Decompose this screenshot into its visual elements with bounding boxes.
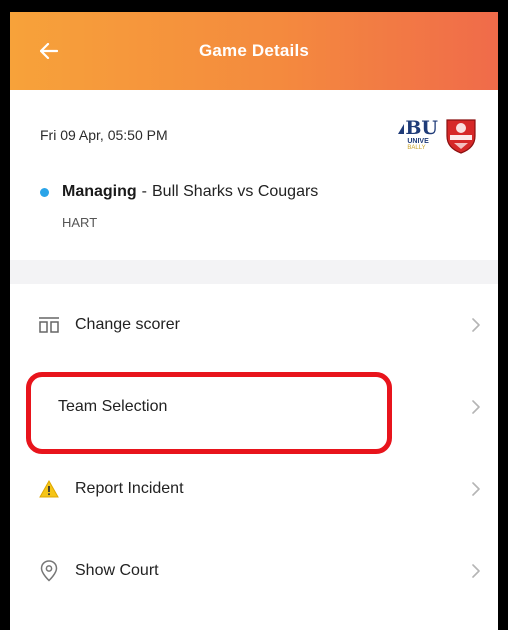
chevron-right-icon xyxy=(472,400,480,414)
match-role: Managing xyxy=(62,183,137,200)
back-button[interactable] xyxy=(32,34,66,68)
menu-item-label: Team Selection xyxy=(58,398,168,415)
arrow-left-icon xyxy=(40,43,58,59)
warning-icon xyxy=(38,478,60,500)
action-menu: Change scorer Team Selection Report Inci… xyxy=(10,284,498,612)
menu-item-label: Show Court xyxy=(75,562,159,579)
shark-fin-icon xyxy=(398,123,405,134)
section-divider xyxy=(10,260,498,284)
menu-item-label: Report Incident xyxy=(75,480,184,497)
scoreboard-icon xyxy=(38,314,60,336)
game-summary-card[interactable]: Fri 09 Apr, 05:50 PM BU UNIVE BALLY Mana… xyxy=(10,90,498,260)
match-teams: Bull Sharks vs Cougars xyxy=(152,183,319,200)
menu-item-show-court[interactable]: Show Court xyxy=(10,530,498,612)
away-team-logo xyxy=(446,119,476,154)
home-team-logo: BU UNIVE BALLY xyxy=(398,119,438,151)
location-pin-icon xyxy=(38,560,60,582)
venue-name: HART xyxy=(62,215,98,230)
menu-item-change-scorer[interactable]: Change scorer xyxy=(10,284,498,366)
app-header: Game Details xyxy=(10,12,498,90)
status-dot xyxy=(40,187,49,197)
app-screen: Game Details Fri 09 Apr, 05:50 PM BU UNI… xyxy=(10,12,498,630)
match-separator: - xyxy=(141,183,147,200)
match-info: Managing - Bull Sharks vs Cougars xyxy=(40,183,318,201)
page-title: Game Details xyxy=(198,41,310,60)
chevron-right-icon xyxy=(472,564,480,578)
menu-item-team-selection[interactable]: Team Selection xyxy=(10,366,498,448)
chevron-right-icon xyxy=(472,482,480,496)
chevron-right-icon xyxy=(472,318,480,332)
menu-item-label: Change scorer xyxy=(75,316,180,333)
menu-item-report-incident[interactable]: Report Incident xyxy=(10,448,498,530)
team-logos: BU UNIVE BALLY xyxy=(398,116,478,154)
game-datetime: Fri 09 Apr, 05:50 PM xyxy=(40,127,168,143)
